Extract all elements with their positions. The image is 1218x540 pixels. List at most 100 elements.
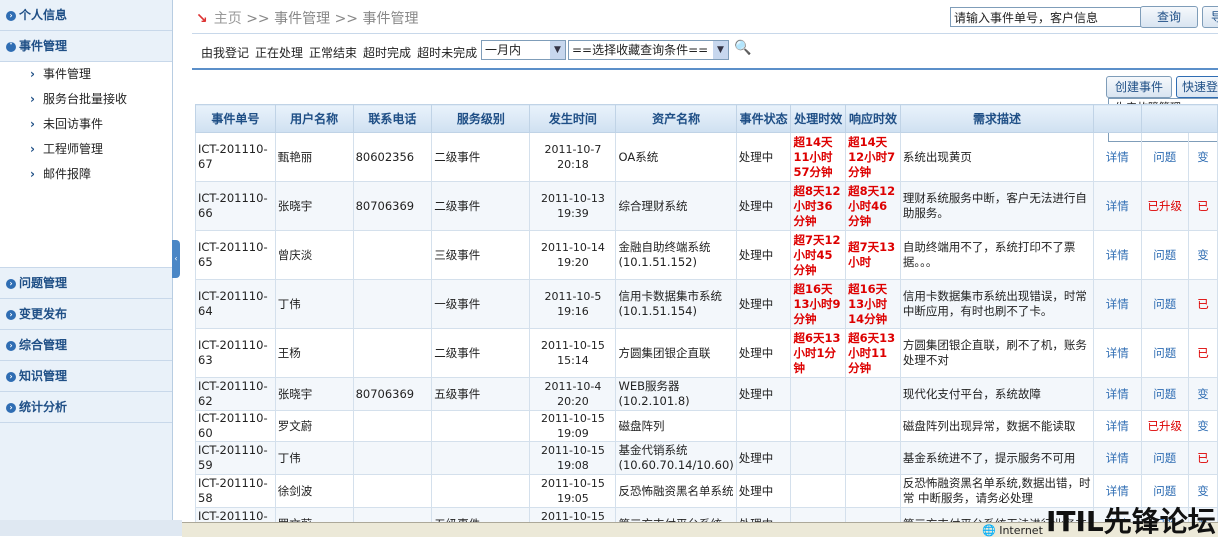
cell-user: 张晓宇 <box>274 377 354 411</box>
sidebar-sublist: › 事件管理 › 服务台批量接收 › 未回访事件 › 工程师管理 › 邮件报障 <box>0 62 172 268</box>
sidebar-section-incident[interactable]: ˅ 事件管理 <box>0 31 172 62</box>
cell-asset: 第三方支付平台系统 <box>615 507 737 522</box>
expand-icon: › <box>6 402 16 413</box>
cell-detail[interactable]: 详情 <box>1093 410 1142 442</box>
cell-issue[interactable]: 问题 <box>1140 230 1189 280</box>
cell-extra[interactable]: 变 <box>1187 230 1218 280</box>
sidebar-section-personal[interactable]: › 个人信息 <box>0 0 172 31</box>
cell-time: 2011-10-15 19:05 <box>529 474 617 508</box>
cell-issue[interactable]: 已升级 <box>1140 181 1189 231</box>
cell-extra[interactable]: 已 <box>1187 181 1218 231</box>
cell-id: ICT-201110-65 <box>195 230 276 280</box>
column-header: 事件单号 <box>195 104 276 133</box>
divider <box>192 68 1218 70</box>
column-header: 处理时效 <box>790 104 847 133</box>
breadcrumb-level1[interactable]: >> 事件管理 <box>246 11 330 27</box>
column-header: 响应时效 <box>845 104 901 133</box>
sidebar-section[interactable]: › 问题管理 <box>0 268 172 299</box>
table-row[interactable]: ICT-201110-59 丁伟 2011-10-15 19:08 基金代销系统(10… <box>195 441 1218 475</box>
cell-extra[interactable]: 变 <box>1187 410 1218 442</box>
cell-issue[interactable]: 问题 <box>1140 377 1189 411</box>
period-select[interactable]: 一月内 ▼ <box>481 40 566 60</box>
sidebar-item[interactable]: › 未回访事件 <box>0 112 172 137</box>
column-header: 服务级别 <box>431 104 531 133</box>
cell-time: 2011-10-15 15:14 <box>529 328 617 378</box>
cell-detail[interactable]: 详情 <box>1093 230 1142 280</box>
cell-resp <box>845 474 901 508</box>
cell-extra[interactable]: 变 <box>1187 132 1218 182</box>
cell-id: ICT-201110-63 <box>195 328 276 378</box>
cell-issue[interactable]: 问题 <box>1140 441 1189 475</box>
cell-resp: 超7天13小时 <box>845 230 901 280</box>
table-row[interactable]: ICT-201110-60 罗文蔚 2011-10-15 19:09 磁盘阵列 磁盘阵列… <box>195 410 1218 442</box>
table-row[interactable]: ICT-201110-62 张晓宇 80706369 五级事件 2011-10-4 20… <box>195 377 1218 411</box>
cell-extra[interactable]: 已 <box>1187 441 1218 475</box>
cell-detail[interactable]: 详情 <box>1093 441 1142 475</box>
table-row[interactable]: ICT-201110-66 张晓宇 80706369 二级事件 2011-10-13 1… <box>195 181 1218 231</box>
cell-level <box>431 410 531 442</box>
cell-desc: 现代化支付平台，系统故障 <box>899 377 1095 411</box>
sidebar-collapse-toggle[interactable]: ‹ <box>172 240 180 278</box>
sidebar-section[interactable]: › 综合管理 <box>0 330 172 361</box>
column-header: 事件状态 <box>735 104 792 133</box>
sidebar-footer <box>0 520 182 536</box>
expand-icon: › <box>6 309 16 320</box>
sidebar-section[interactable]: › 变更发布 <box>0 299 172 330</box>
cell-detail[interactable]: 详情 <box>1093 279 1142 329</box>
cell-proc <box>790 377 847 411</box>
cell-issue[interactable]: 问题 <box>1140 279 1189 329</box>
cell-issue[interactable]: 问题 <box>1140 328 1189 378</box>
sidebar-item[interactable]: › 事件管理 <box>0 62 172 87</box>
sidebar-section[interactable]: › 知识管理 <box>0 361 172 392</box>
cell-status: 处理中 <box>735 328 792 378</box>
sidebar-section[interactable]: › 统计分析 <box>0 392 172 423</box>
cell-issue[interactable]: 已升级 <box>1140 410 1189 442</box>
filter-link[interactable]: 正在处理 <box>255 46 303 60</box>
filter-link[interactable]: 超时完成 <box>363 46 411 60</box>
table-row[interactable]: ICT-201110-64 丁伟 一级事件 2011-10-5 19:16 信用卡数据集… <box>195 279 1218 329</box>
cell-detail[interactable]: 详情 <box>1093 328 1142 378</box>
cell-phone <box>352 230 433 280</box>
column-header: 需求描述 <box>899 104 1095 133</box>
table-row[interactable]: ICT-201110-65 曾庆淡 三级事件 2011-10-14 19:20 金融自助… <box>195 230 1218 280</box>
cell-level <box>431 474 531 508</box>
cell-resp <box>845 507 901 522</box>
cell-detail[interactable]: 详情 <box>1093 377 1142 411</box>
sidebar-item[interactable]: › 工程师管理 <box>0 137 172 162</box>
cell-extra[interactable]: 变 <box>1187 377 1218 411</box>
cell-extra[interactable]: 已 <box>1187 279 1218 329</box>
cell-status: 处理中 <box>735 507 792 522</box>
filter-link[interactable]: 由我登记 <box>201 46 249 60</box>
cell-time: 2011-10-15 19:08 <box>529 441 617 475</box>
saved-query-select[interactable]: ==选择收藏查询条件== ▼ <box>568 40 729 60</box>
search-input[interactable] <box>950 7 1142 27</box>
cell-level: 一级事件 <box>431 279 531 329</box>
create-incident-button[interactable]: 创建事件 <box>1106 76 1172 98</box>
cell-resp <box>845 441 901 475</box>
cell-level: 五级事件 <box>431 377 531 411</box>
table-row[interactable]: ICT-201110-67 甄艳丽 80602356 二级事件 2011-10-7 20… <box>195 132 1218 182</box>
cell-proc <box>790 474 847 508</box>
cell-asset: 方圆集团银企直联 <box>615 328 737 378</box>
breadcrumb-home[interactable]: 主页 <box>214 11 242 27</box>
column-header: 资产名称 <box>615 104 737 133</box>
sidebar-item[interactable]: › 服务台批量接收 <box>0 87 172 112</box>
quick-register-button[interactable]: 快速登 <box>1176 76 1218 98</box>
table-row[interactable]: ICT-201110-63 王杨 二级事件 2011-10-15 15:14 方圆集团银… <box>195 328 1218 378</box>
cell-asset: OA系统 <box>615 132 737 182</box>
zone-indicator: 🌐 Internet <box>982 524 1043 537</box>
query-button[interactable]: 查询 <box>1140 6 1198 28</box>
cell-detail[interactable]: 详情 <box>1093 181 1142 231</box>
cell-detail[interactable]: 详情 <box>1093 132 1142 182</box>
export-button[interactable]: 导出 <box>1202 6 1218 28</box>
cell-extra[interactable]: 已 <box>1187 328 1218 378</box>
cell-level: 三级事件 <box>431 230 531 280</box>
cell-proc: 超7天12小时45分钟 <box>790 230 847 280</box>
sidebar-item[interactable]: › 邮件报障 <box>0 162 172 187</box>
cell-time: 2011-10-7 20:18 <box>529 132 617 182</box>
cell-issue[interactable]: 问题 <box>1140 132 1189 182</box>
filter-link[interactable]: 正常结束 <box>309 46 357 60</box>
filter-link[interactable]: 超时未完成 <box>417 46 477 60</box>
cell-id: ICT-201110-60 <box>195 410 276 442</box>
search-icon[interactable]: 🔍 <box>734 40 752 58</box>
